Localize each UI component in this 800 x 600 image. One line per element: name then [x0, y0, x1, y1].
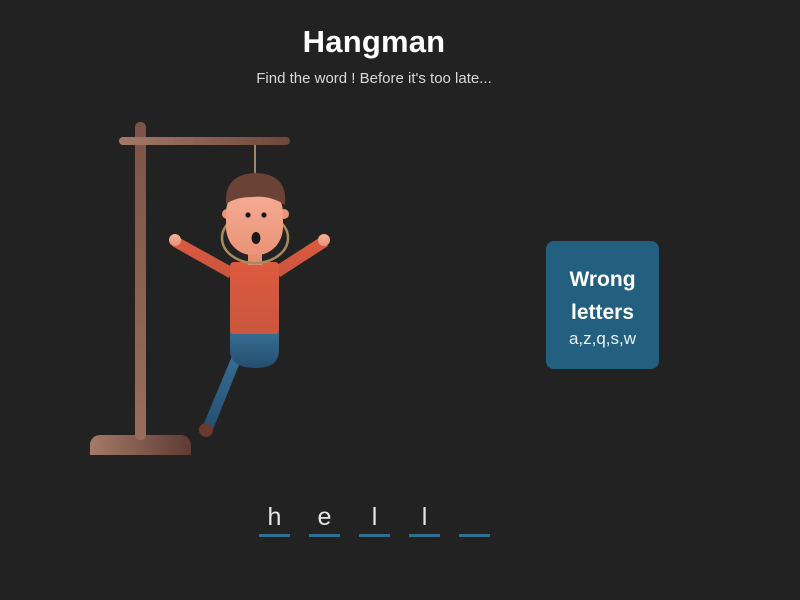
wrong-letters-panel: Wrong letters a,z,q,s,w: [546, 241, 659, 369]
left-hand: [169, 234, 181, 246]
pants: [230, 330, 279, 368]
gallows-base-flat: [90, 446, 191, 455]
letter-slot: l: [359, 500, 390, 537]
left-eye: [245, 212, 251, 218]
letter-slot: l: [409, 500, 440, 537]
right-hand: [318, 234, 330, 246]
hanged-figure: [169, 173, 330, 437]
left-arm: [172, 237, 234, 278]
hangman-page: Hangman Find the word ! Before it's too …: [0, 0, 800, 600]
mouth: [251, 232, 261, 244]
foot: [199, 423, 213, 437]
gallows-pole: [135, 122, 146, 440]
letter-slot: e: [309, 500, 340, 537]
wrong-letters-title-line1: Wrong: [569, 268, 636, 291]
word-display: h e l l: [259, 500, 509, 537]
letter-slot: [459, 500, 490, 537]
wrong-letters-title-line2: letters: [570, 301, 635, 324]
letter-slot: h: [259, 500, 290, 537]
gallows-beam: [119, 137, 290, 145]
right-eye: [261, 212, 267, 218]
torso: [230, 262, 279, 334]
wrong-letters-list: a,z,q,s,w: [568, 329, 637, 348]
